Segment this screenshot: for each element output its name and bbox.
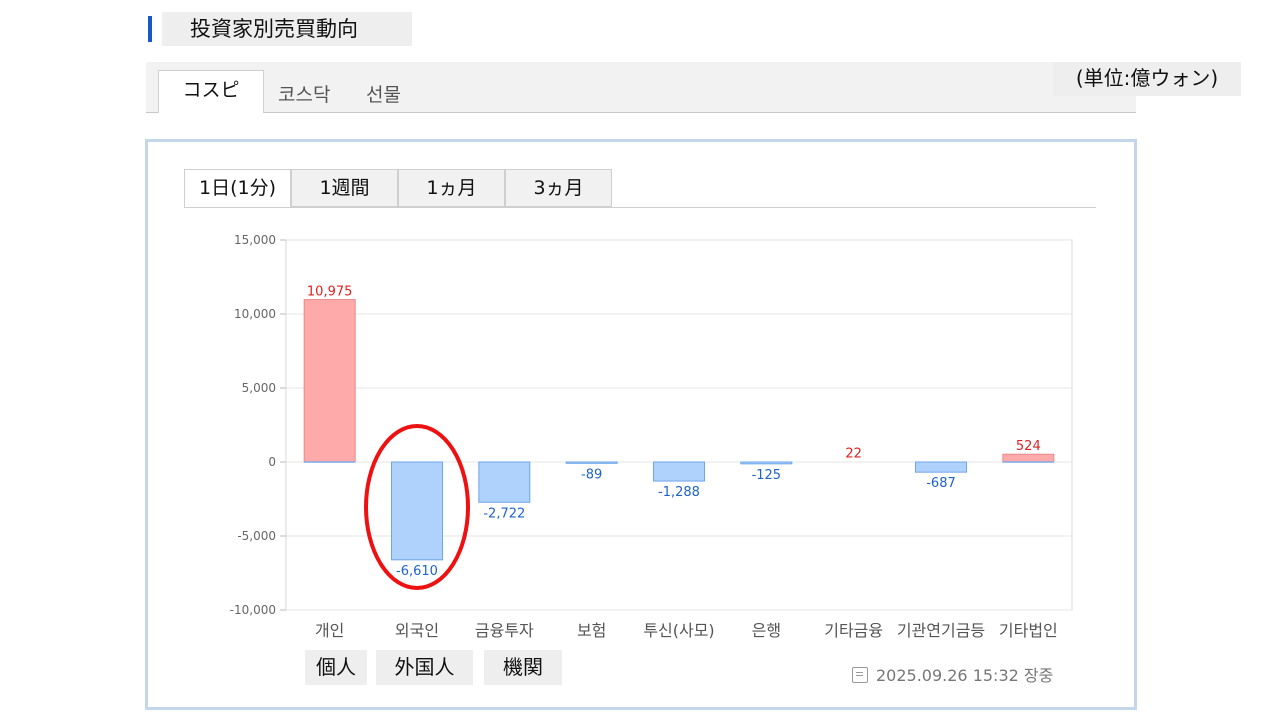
value-label: -1,288 (658, 485, 700, 500)
value-label: 22 (845, 447, 862, 462)
category-label: 기관연기금등 (897, 621, 985, 640)
y-tick-label: -5,000 (237, 529, 276, 543)
value-label: -687 (926, 476, 956, 491)
value-label: 10,975 (307, 285, 353, 300)
category-label: 개인 (315, 621, 344, 640)
value-label: -6,610 (396, 564, 438, 579)
y-tick-label: 10,000 (234, 307, 276, 321)
category-label: 투신(사모) (643, 621, 714, 640)
value-label: -89 (581, 467, 602, 482)
bar-금융투자 (478, 461, 531, 503)
timestamp: 2025.09.26 15:32 장중 (852, 662, 1053, 686)
jp-label-institution: 機関 (484, 650, 562, 685)
bar-투신(사모) (653, 461, 705, 482)
category-label: 은행 (752, 621, 781, 640)
value-label: -125 (752, 468, 782, 483)
category-label: 금융투자 (475, 621, 534, 640)
jp-label-foreigner: 外国人 (376, 650, 473, 685)
y-tick-label: 15,000 (234, 233, 276, 247)
timestamp-text: 2025.09.26 15:32 장중 (876, 666, 1054, 685)
category-label: 보험 (577, 621, 606, 640)
investor-bar-chart: 15,000 10,000 5,000 0 -5,000 -10,000 10,975 -6… (230, 233, 1073, 640)
value-label: -2,722 (483, 506, 525, 521)
y-tick-label: 0 (268, 455, 276, 469)
bar-개인 (303, 299, 356, 463)
bar-보험 (565, 461, 618, 464)
category-label: 기타금융 (824, 621, 883, 640)
y-tick-label: 5,000 (242, 381, 276, 395)
category-label: 기타법인 (999, 621, 1058, 640)
bar-외국인 (391, 461, 443, 561)
bar-은행 (740, 461, 793, 465)
calendar-icon (852, 667, 868, 683)
jp-label-individual: 個人 (305, 650, 367, 685)
bar-기타법인 (1002, 453, 1055, 463)
bar-기관연기금등 (915, 461, 967, 473)
value-label: 524 (1016, 439, 1041, 454)
category-label: 외국인 (395, 621, 439, 640)
y-tick-label: -10,000 (230, 603, 276, 617)
